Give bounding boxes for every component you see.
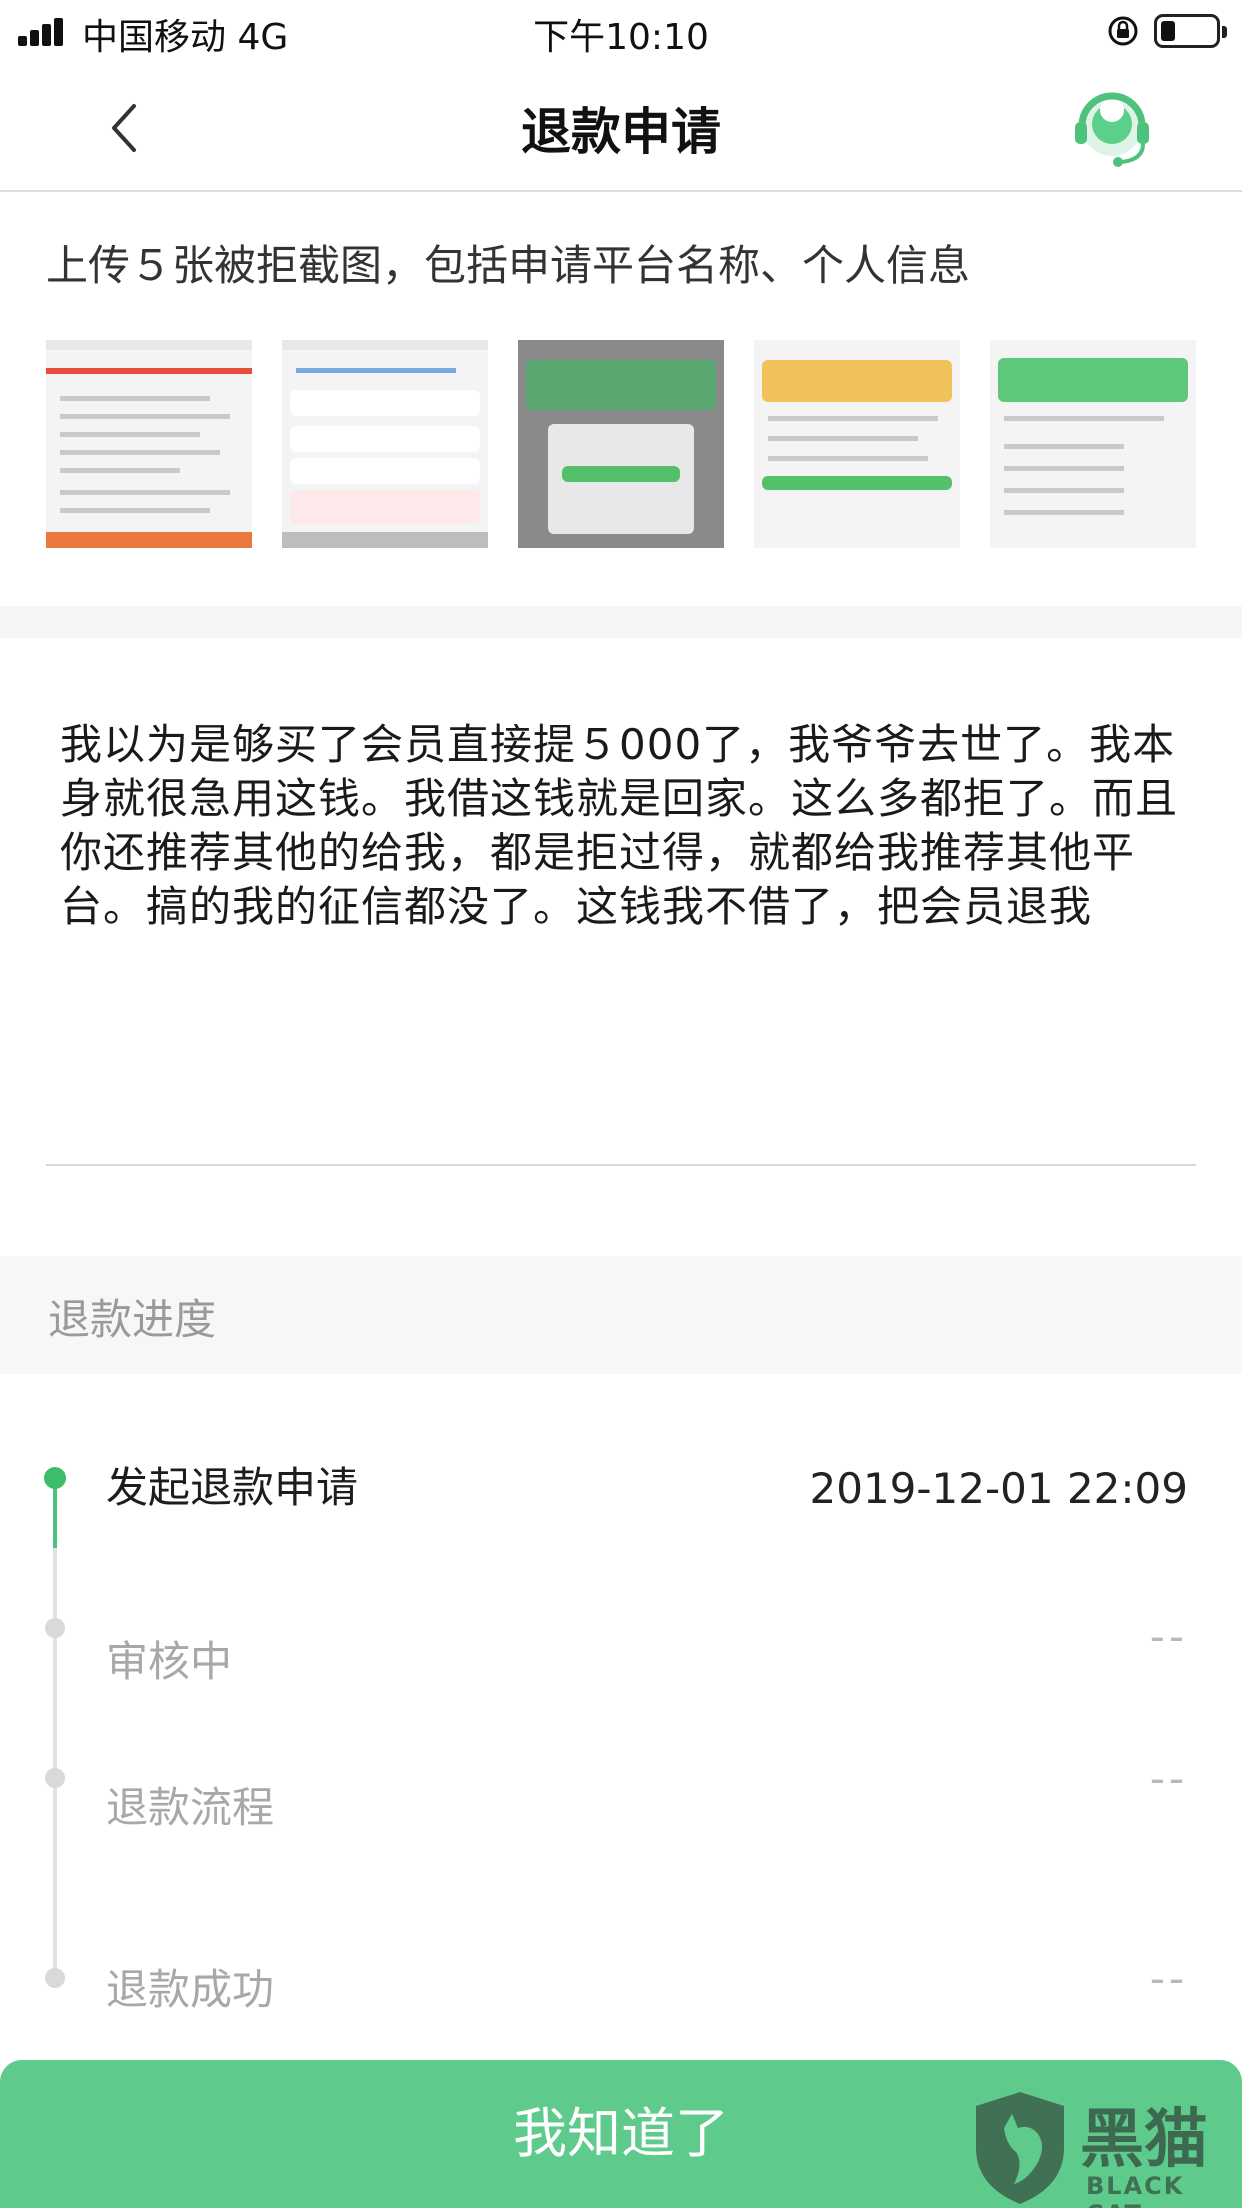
- screenshot-thumbnail[interactable]: [518, 340, 724, 548]
- rotation-lock-icon: [1108, 16, 1138, 46]
- battery-icon: [1154, 14, 1227, 48]
- step-time: --: [1149, 1954, 1188, 2003]
- timeline-dot-pending: [45, 1618, 65, 1638]
- timeline-dot-pending: [45, 1968, 65, 1988]
- section-divider: [0, 606, 1242, 638]
- timeline-dot-done: [44, 1467, 66, 1489]
- upload-hint: 上传５张被拒截图，包括申请平台名称、个人信息: [46, 241, 971, 290]
- text-divider: [46, 1164, 1196, 1166]
- screenshot-thumbnail[interactable]: [990, 340, 1196, 548]
- status-bar: 中国移动 4G 下午10:10: [0, 0, 1242, 60]
- watermark-cn: 黑猫: [1080, 2103, 1208, 2177]
- progress-header: 退款进度: [0, 1256, 1242, 1374]
- watermark-en: BLACK CAT: [1086, 2172, 1185, 2208]
- timeline-dot-pending: [45, 1768, 65, 1788]
- screenshot-gallery: [46, 340, 1196, 550]
- step-label: 审核中: [106, 1637, 233, 1686]
- screenshot-thumbnail[interactable]: [46, 340, 252, 548]
- nav-bar: 退款申请: [0, 60, 1242, 192]
- refund-reason-text: 我以为是够买了会员直接提５000了，我爷爷去世了。我本身就很急用这钱。我借这钱就…: [60, 720, 1179, 931]
- step-label: 发起退款申请: [106, 1463, 359, 1512]
- step-time: --: [1149, 1754, 1188, 1803]
- step-label: 退款成功: [106, 1965, 275, 2014]
- black-cat-watermark: 黑猫 BLACK CAT: [968, 2088, 1242, 2208]
- step-time: --: [1149, 1612, 1188, 1661]
- page-title: 退款申请: [521, 103, 721, 161]
- screenshot-thumbnail[interactable]: [754, 340, 960, 548]
- step-label: 退款流程: [106, 1783, 275, 1832]
- customer-service-headset-icon[interactable]: [1066, 80, 1158, 172]
- progress-title: 退款进度: [48, 1295, 217, 1344]
- step-time: 2019-12-01 22:09: [809, 1464, 1188, 1513]
- screenshot-thumbnail[interactable]: [282, 340, 488, 548]
- clock: 下午10:10: [533, 17, 709, 58]
- black-cat-shield-icon: [976, 2092, 1064, 2204]
- timeline-line: [53, 1548, 57, 1980]
